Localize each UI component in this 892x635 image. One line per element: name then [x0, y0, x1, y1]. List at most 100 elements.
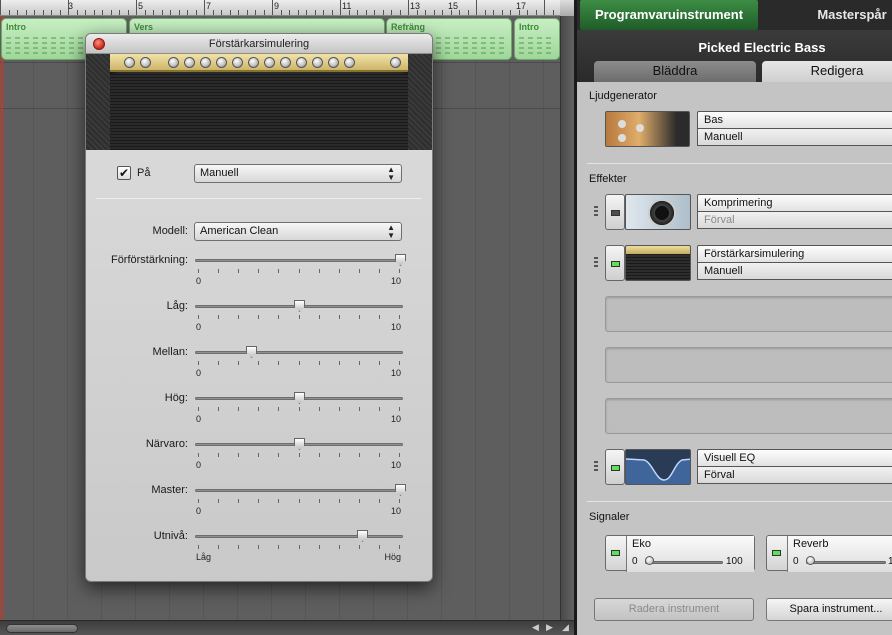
send-slider-knob[interactable] — [645, 556, 654, 565]
instrument-inspector: Programvaruinstrument Masterspår Picked … — [574, 0, 892, 635]
slider-tick — [278, 499, 279, 503]
slider-tick — [299, 315, 300, 319]
vertical-scrollbar[interactable] — [560, 16, 574, 620]
tab-edit[interactable]: Redigera — [762, 61, 892, 82]
eq-curve-icon — [626, 458, 690, 484]
ruler-tick — [476, 0, 477, 15]
scrollbar-thumb[interactable] — [6, 624, 78, 633]
slider-tick — [299, 361, 300, 365]
scroll-right-icon[interactable]: ▶ — [546, 622, 553, 633]
slider-thumb[interactable] — [357, 530, 368, 542]
parameter-slider[interactable] — [195, 300, 403, 314]
effect-preset[interactable]: Förval — [697, 466, 892, 484]
ruler-tick — [0, 0, 1, 15]
model-select[interactable]: American Clean ▲ ▼ — [194, 222, 402, 241]
send-slider-track[interactable] — [645, 561, 723, 564]
slider-tick — [278, 315, 279, 319]
effect-slot-amp[interactable]: Förstärkarsimulering Manuell — [605, 245, 892, 281]
region-name: Intro — [519, 22, 539, 32]
send-slider-track[interactable] — [806, 561, 886, 564]
slider-tick — [278, 361, 279, 365]
slider-tick — [319, 545, 320, 549]
effect-name[interactable]: Förstärkarsimulering — [697, 245, 892, 263]
parameter-slider[interactable] — [195, 438, 403, 452]
effect-slot-eq[interactable]: Visuell EQ Förval — [605, 449, 892, 485]
send-reverb[interactable]: Reverb 0 1 — [766, 535, 892, 572]
generator-preset[interactable]: Manuell — [697, 128, 892, 146]
slider-tick — [198, 499, 199, 503]
checkmark-icon: ✔ — [118, 166, 130, 180]
slider-tick — [218, 545, 219, 549]
tab-browse[interactable]: Bläddra — [594, 61, 756, 82]
tab-software-instrument[interactable]: Programvaruinstrument — [580, 0, 758, 30]
delete-instrument-button[interactable]: Radera instrument — [594, 598, 754, 621]
empty-effect-slot[interactable] — [605, 296, 892, 332]
ruler-tick — [502, 10, 503, 15]
slider-track[interactable] — [195, 489, 403, 492]
drag-handle-icon[interactable] — [594, 257, 598, 269]
parameter-slider[interactable] — [195, 346, 403, 360]
window-titlebar[interactable]: Förstärkarsimulering — [86, 34, 432, 54]
parameter-slider[interactable] — [195, 530, 403, 544]
amp-simulation-window[interactable]: Förstärkarsimulering ✔ På Manuell ▲ ▼ Mo… — [85, 33, 433, 582]
slider-tick — [238, 453, 239, 457]
effect-slot-compressor[interactable]: Komprimering Förval — [605, 194, 892, 230]
region-intro-2[interactable]: Intro — [514, 18, 560, 60]
ruler-tick — [332, 10, 333, 15]
parameter-slider[interactable] — [195, 484, 406, 498]
send-slider-knob[interactable] — [806, 556, 815, 565]
send-echo[interactable]: Eko 0 100 — [605, 535, 755, 572]
slider-tick — [359, 269, 360, 273]
generator-slot[interactable]: Bas Manuell — [605, 111, 892, 147]
horizontal-scrollbar[interactable]: ◀ ▶ ◢ — [0, 620, 574, 635]
empty-effect-slot[interactable] — [605, 398, 892, 434]
preset-select[interactable]: Manuell ▲ ▼ — [194, 164, 402, 183]
slider-tick — [238, 361, 239, 365]
slider-tick — [218, 315, 219, 319]
slider-track[interactable] — [195, 351, 403, 354]
slider-tick — [299, 499, 300, 503]
save-instrument-button[interactable]: Spara instrument... — [766, 598, 892, 621]
generator-name[interactable]: Bas — [697, 111, 892, 129]
effect-toggle-button[interactable] — [605, 449, 625, 485]
amp-image — [86, 54, 432, 150]
slider-thumb[interactable] — [246, 346, 257, 358]
empty-effect-slot[interactable] — [605, 347, 892, 383]
slider-thumb[interactable] — [294, 392, 305, 404]
slider-tick — [319, 269, 320, 273]
drag-handle-icon[interactable] — [594, 461, 598, 473]
divider — [96, 198, 422, 199]
ruler-tick — [34, 10, 35, 15]
effect-name[interactable]: Visuell EQ — [697, 449, 892, 467]
slider-min: 0 — [196, 506, 202, 516]
ruler-tick — [153, 10, 154, 15]
effect-preset[interactable]: Förval — [697, 211, 892, 229]
parameter-slider[interactable] — [195, 254, 406, 268]
slider-tick — [238, 315, 239, 319]
drag-handle-icon[interactable] — [594, 206, 598, 218]
effect-name[interactable]: Komprimering — [697, 194, 892, 212]
close-window-icon[interactable] — [93, 38, 105, 50]
effect-toggle-button[interactable] — [605, 194, 625, 230]
amp-knob-icon — [328, 57, 339, 68]
enabled-checkbox[interactable]: ✔ — [117, 166, 131, 180]
parameter-slider[interactable] — [195, 392, 403, 406]
timeline-ruler[interactable]: 3 5 7 9 11 13 15 17 — [0, 0, 560, 16]
scroll-left-icon[interactable]: ◀ — [532, 622, 539, 633]
ruler-tick — [383, 10, 384, 15]
slider-thumb[interactable] — [294, 300, 305, 312]
compressor-thumbnail — [625, 194, 691, 230]
ruler-tick — [536, 10, 537, 15]
resize-icon[interactable]: ◢ — [562, 622, 569, 633]
slider-thumb[interactable] — [395, 484, 406, 496]
ruler-number: 7 — [206, 1, 212, 11]
effect-toggle-button[interactable] — [605, 245, 625, 281]
ruler-tick — [77, 10, 78, 15]
tab-master-track[interactable]: Masterspår — [797, 0, 892, 30]
playhead[interactable] — [1, 16, 3, 620]
slider-track[interactable] — [195, 259, 403, 262]
slider-thumb[interactable] — [395, 254, 406, 266]
slider-thumb[interactable] — [294, 438, 305, 450]
slider-track[interactable] — [195, 535, 403, 538]
effect-preset[interactable]: Manuell — [697, 262, 892, 280]
